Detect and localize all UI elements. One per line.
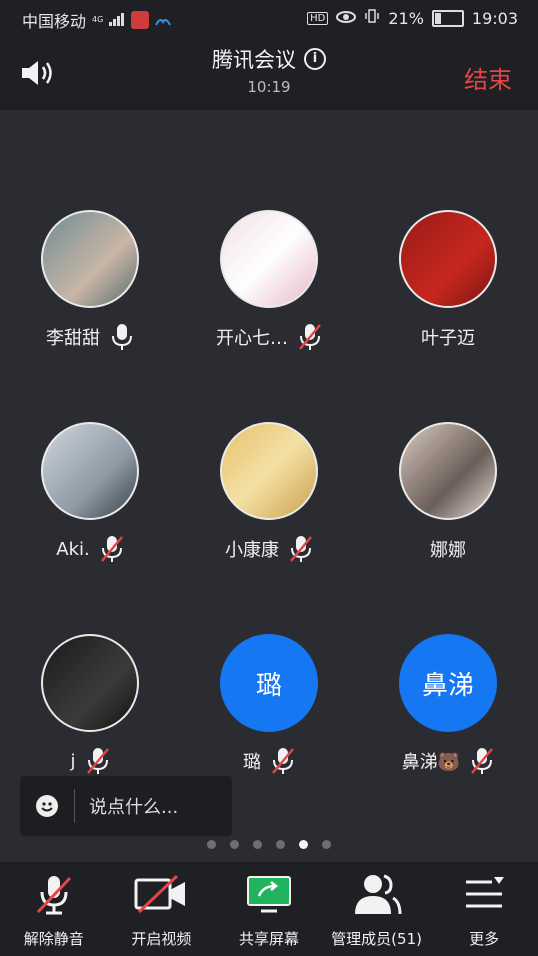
avatar-initials: 璐 <box>220 634 318 732</box>
avatar-photo <box>41 210 139 308</box>
meeting-title: 腾讯会议 <box>212 48 296 72</box>
meeting-timer: 10:19 <box>247 78 291 96</box>
page-dot[interactable] <box>253 840 262 849</box>
info-icon[interactable]: i <box>304 48 326 70</box>
participant-name-row: 鼻涕🐻 <box>358 746 538 776</box>
participant-name-row: 小康康 <box>179 534 359 564</box>
participant-name: j <box>70 750 76 772</box>
participant-name-row: 娜娜 <box>358 534 538 564</box>
end-meeting-button[interactable]: 结束 <box>464 60 512 95</box>
participant-tile[interactable]: 小康康 <box>179 422 359 564</box>
network-label: 4G <box>92 15 104 24</box>
participant-name: 鼻涕🐻 <box>401 752 461 773</box>
mic-recording-icon <box>131 11 150 29</box>
unmute-label: 解除静音 <box>23 930 84 948</box>
share-screen-icon <box>241 872 297 916</box>
bottom-toolbar: 解除静音 开启视频 共享屏幕 管理成员(51) 更多 <box>0 862 538 956</box>
participant-name-row: 璐 <box>179 746 359 776</box>
page-dot[interactable] <box>276 840 285 849</box>
avatar-initials: 鼻涕 <box>399 634 497 732</box>
page-dot[interactable] <box>230 840 239 849</box>
mic-muted-icon <box>86 747 110 775</box>
members-icon <box>349 872 405 916</box>
participant-tile[interactable]: Aki. <box>0 422 180 564</box>
participant-tile[interactable]: 开心七… <box>179 210 359 352</box>
clock: 19:03 <box>471 8 518 28</box>
avatar-photo <box>399 210 497 308</box>
emoji-icon[interactable] <box>36 795 58 817</box>
chat-placeholder: 说点什么... <box>89 797 179 818</box>
participant-tile[interactable]: 叶子迈 <box>358 210 538 352</box>
chat-input[interactable]: 说点什么... <box>20 776 232 836</box>
participant-name-row: 叶子迈 <box>358 322 538 352</box>
avatar-photo <box>41 634 139 732</box>
page-dot[interactable] <box>322 840 331 849</box>
mic-on-icon <box>110 323 134 351</box>
carrier-label: 中国移动 <box>22 12 87 31</box>
participant-tile[interactable]: 鼻涕鼻涕🐻 <box>358 634 538 776</box>
mic-muted-icon <box>298 323 322 351</box>
page-dot[interactable] <box>299 840 308 849</box>
page-dot[interactable] <box>207 840 216 849</box>
page-indicator[interactable] <box>0 840 538 849</box>
meeting-header: 腾讯会议 i 10:19 结束 <box>0 36 538 110</box>
status-bar: 中国移动 4G HD 21% 19:03 <box>0 0 538 36</box>
more-button[interactable]: 更多 <box>430 862 538 956</box>
start-video-label: 开启视频 <box>131 930 192 948</box>
share-screen-label: 共享屏幕 <box>238 930 299 948</box>
participant-name: Aki. <box>56 538 90 560</box>
participant-name: 小康康 <box>225 540 279 561</box>
unmute-button[interactable]: 解除静音 <box>0 862 108 956</box>
battery-icon <box>431 9 464 27</box>
avatar-photo <box>41 422 139 520</box>
participant-name: 开心七… <box>216 328 288 349</box>
start-video-button[interactable]: 开启视频 <box>108 862 216 956</box>
participant-name: 璐 <box>243 752 261 773</box>
participant-name-row: 李甜甜 <box>0 322 180 352</box>
participant-name: 叶子迈 <box>421 328 475 349</box>
participant-name-row: Aki. <box>0 534 180 564</box>
manage-members-button[interactable]: 管理成员(51) <box>323 862 431 956</box>
more-label: 更多 <box>469 930 500 948</box>
participant-name: 娜娜 <box>430 540 466 561</box>
mic-muted-icon <box>26 872 82 916</box>
participant-tile[interactable]: 娜娜 <box>358 422 538 564</box>
share-screen-button[interactable]: 共享屏幕 <box>215 862 323 956</box>
mic-muted-icon <box>470 747 494 775</box>
vibrate-icon <box>364 8 380 28</box>
participant-tile[interactable]: 璐璐 <box>179 634 359 776</box>
mic-muted-icon <box>271 747 295 775</box>
avatar-photo <box>220 210 318 308</box>
participant-name-row: 开心七… <box>179 322 359 352</box>
manage-members-label: 管理成员(51) <box>331 930 422 948</box>
video-off-icon <box>133 872 189 916</box>
chat-divider <box>74 789 75 823</box>
avatar-photo <box>399 422 497 520</box>
participant-tile[interactable]: 李甜甜 <box>0 210 180 352</box>
participant-name: 李甜甜 <box>46 328 100 349</box>
participant-name-row: j <box>0 746 180 776</box>
hd-icon: HD <box>307 11 329 25</box>
more-menu-icon <box>456 872 512 916</box>
signal-icon <box>109 11 125 30</box>
mic-muted-icon <box>100 535 124 563</box>
mic-muted-icon <box>289 535 313 563</box>
app-notification-icon <box>155 11 172 30</box>
avatar-photo <box>220 422 318 520</box>
eye-comfort-icon <box>336 9 357 28</box>
participant-tile[interactable]: j <box>0 634 180 776</box>
battery-percent: 21% <box>388 8 424 28</box>
